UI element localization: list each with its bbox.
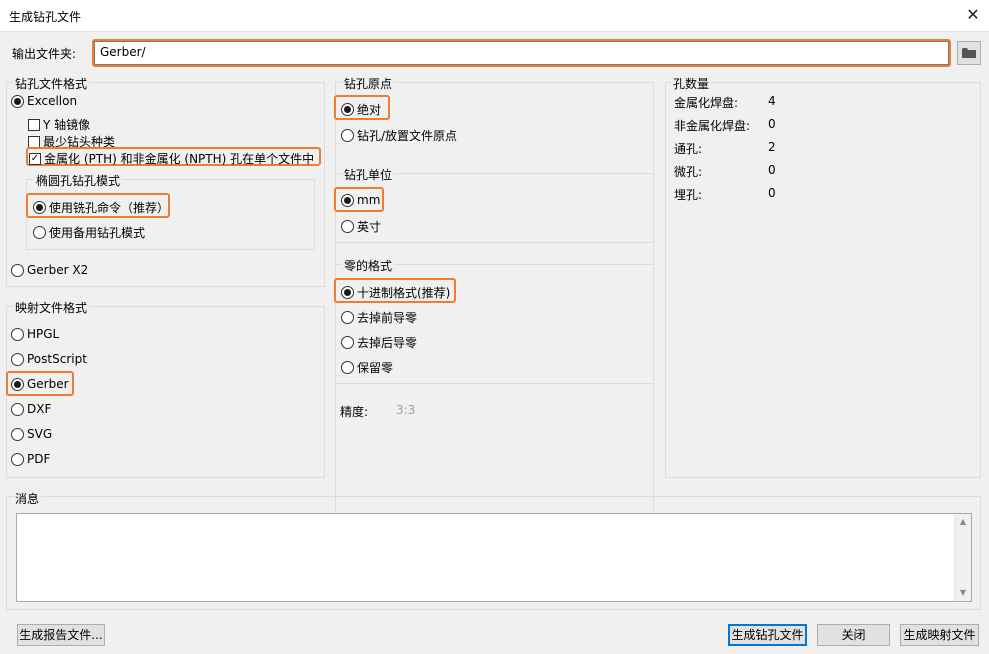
stat-pth-label: 金属化焊盘:: [674, 96, 739, 110]
generate-report-button[interactable]: 生成报告文件...: [17, 624, 105, 646]
checkbox-min-header-box: [28, 135, 40, 148]
radio-map-dxf[interactable]: DXF: [11, 402, 51, 416]
radio-gerber-x2-indicator: [11, 263, 24, 277]
radio-map-postscript[interactable]: PostScript: [11, 352, 87, 366]
stat-npth-label: 非金属化焊盘:: [674, 119, 751, 133]
hole-counts-group: [665, 82, 981, 478]
radio-zeros-keep-indicator: [341, 361, 354, 374]
radio-use-alt-indicator: [33, 226, 46, 239]
radio-zeros-suppress-leading[interactable]: 去掉前导零: [341, 309, 417, 326]
drill-origin-title: 钻孔原点: [342, 75, 395, 92]
radio-units-inch-indicator: [341, 220, 354, 233]
precision-value: 3:3: [396, 403, 416, 417]
radio-map-hpgl-indicator: [11, 327, 24, 341]
messages-scrollbar[interactable]: ▲ ▼: [954, 514, 971, 601]
stat-npth-value: 0: [768, 117, 776, 131]
radio-zeros-suppress-trailing-label: 去掉后导零: [357, 336, 418, 350]
radio-excellon-label: Excellon: [27, 94, 78, 108]
radio-zeros-suppress-leading-indicator: [341, 311, 354, 324]
radio-zeros-suppress-leading-label: 去掉前导零: [357, 311, 418, 325]
hole-counts-title: 孔数量: [671, 75, 712, 92]
radio-origin-absolute-indicator: [341, 103, 354, 116]
checkbox-y-mirror[interactable]: Y 轴镜像: [28, 116, 90, 133]
drill-units-title: 钻孔单位: [342, 166, 395, 183]
generate-drill-button[interactable]: 生成钻孔文件: [728, 624, 807, 646]
radio-map-hpgl[interactable]: HPGL: [11, 327, 59, 341]
messages-textarea[interactable]: ▲ ▼: [16, 513, 972, 602]
radio-origin-absolute[interactable]: 绝对: [341, 101, 381, 118]
radio-map-gerber-label: Gerber: [27, 377, 69, 391]
radio-use-alt-label: 使用备用钻孔模式: [49, 226, 146, 240]
radio-gerber-x2[interactable]: Gerber X2: [11, 263, 88, 277]
radio-map-svg[interactable]: SVG: [11, 427, 52, 441]
radio-map-dxf-indicator: [11, 402, 24, 416]
stat-buried-label: 埋孔:: [674, 188, 703, 202]
output-folder-input[interactable]: Gerber/: [94, 41, 949, 65]
stat-through-value: 2: [768, 140, 776, 154]
radio-zeros-keep-label: 保留零: [357, 361, 394, 375]
output-folder-label: 输出文件夹:: [12, 47, 77, 61]
radio-map-dxf-label: DXF: [27, 402, 52, 416]
generate-map-button[interactable]: 生成映射文件: [900, 624, 979, 646]
radio-use-alt[interactable]: 使用备用钻孔模式: [33, 224, 145, 241]
radio-map-postscript-indicator: [11, 352, 24, 366]
stat-through-label: 通孔:: [674, 142, 703, 156]
radio-units-inch-label: 英寸: [357, 220, 382, 234]
radio-map-pdf[interactable]: PDF: [11, 452, 50, 466]
scroll-up-icon[interactable]: ▲: [955, 514, 971, 530]
window-title: 生成钻孔文件: [9, 10, 82, 24]
scroll-down-icon[interactable]: ▼: [955, 585, 971, 601]
close-icon[interactable]: ✕: [962, 4, 984, 26]
radio-origin-aux[interactable]: 钻孔/放置文件原点: [341, 127, 457, 144]
checkbox-y-mirror-label: Y 轴镜像: [43, 118, 91, 132]
radio-zeros-decimal[interactable]: 十进制格式(推荐): [341, 284, 450, 301]
checkbox-merge-pth[interactable]: ✓ 金属化 (PTH) 和非金属化 (NPTH) 孔在单个文件中: [29, 150, 314, 167]
radio-map-hpgl-label: HPGL: [27, 327, 60, 341]
stat-pth-value: 4: [768, 94, 776, 108]
radio-origin-absolute-label: 绝对: [357, 103, 382, 117]
radio-zeros-suppress-trailing-indicator: [341, 336, 354, 349]
drill-format-title: 钻孔文件格式: [13, 75, 90, 92]
zeros-format-title: 零的格式: [342, 257, 395, 274]
radio-map-svg-indicator: [11, 427, 24, 441]
folder-icon: [962, 48, 976, 58]
stat-buried-value: 0: [768, 186, 776, 200]
messages-title: 消息: [13, 490, 42, 507]
radio-map-gerber[interactable]: Gerber: [11, 377, 69, 391]
radio-map-postscript-label: PostScript: [27, 352, 87, 366]
radio-use-route-label: 使用铣孔命令（推荐）: [49, 201, 170, 215]
radio-use-route[interactable]: 使用铣孔命令（推荐）: [33, 199, 169, 216]
radio-zeros-suppress-trailing[interactable]: 去掉后导零: [341, 334, 417, 351]
checkbox-merge-pth-label: 金属化 (PTH) 和非金属化 (NPTH) 孔在单个文件中: [44, 152, 315, 166]
radio-map-pdf-label: PDF: [27, 452, 51, 466]
radio-map-pdf-indicator: [11, 452, 24, 466]
stat-micro-value: 0: [768, 163, 776, 177]
map-format-title: 映射文件格式: [13, 299, 90, 316]
browse-folder-button[interactable]: [957, 41, 981, 65]
radio-zeros-decimal-indicator: [341, 286, 354, 299]
radio-units-mm[interactable]: mm: [341, 193, 380, 207]
radio-excellon[interactable]: Excellon: [11, 94, 77, 108]
radio-zeros-decimal-label: 十进制格式(推荐): [357, 286, 451, 300]
radio-origin-aux-indicator: [341, 129, 354, 142]
radio-excellon-indicator: [11, 94, 24, 108]
radio-map-svg-label: SVG: [27, 427, 53, 441]
close-button[interactable]: 关闭: [817, 624, 890, 646]
checkbox-y-mirror-box: [28, 118, 40, 131]
radio-zeros-keep[interactable]: 保留零: [341, 359, 393, 376]
radio-use-route-indicator: [33, 201, 46, 214]
radio-gerber-x2-label: Gerber X2: [27, 263, 89, 277]
radio-origin-aux-label: 钻孔/放置文件原点: [357, 129, 458, 143]
radio-units-mm-indicator: [341, 193, 354, 207]
precision-label: 精度:: [340, 405, 369, 419]
radio-units-inch[interactable]: 英寸: [341, 218, 381, 235]
oval-mode-title: 椭圆孔钻孔模式: [34, 172, 123, 189]
radio-units-mm-label: mm: [357, 193, 381, 207]
title-bar: [0, 0, 989, 32]
radio-map-gerber-indicator: [11, 377, 24, 391]
checkbox-merge-pth-box: ✓: [29, 152, 41, 165]
stat-micro-label: 微孔:: [674, 165, 703, 179]
